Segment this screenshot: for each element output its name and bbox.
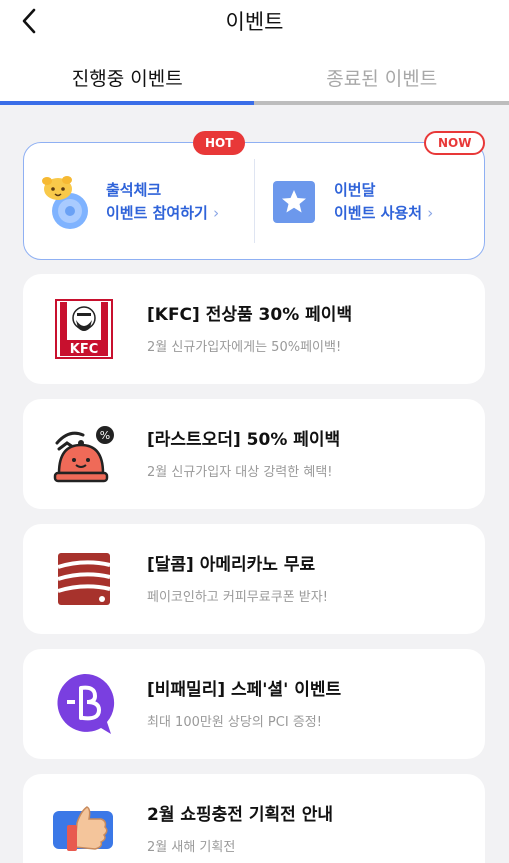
event-card-bfamily[interactable]: [비패밀리] 스페'셜' 이벤트 최대 100만원 상당의 PCI 증정! (23, 649, 485, 759)
event-subtitle: 2월 신규가입자에게는 50%페이백! (147, 340, 342, 355)
event-card-last-order[interactable]: % [라스트오더] 50% 페이백 2월 신규가입자 대상 강력한 혜택! (23, 399, 485, 509)
event-card-kfc[interactable]: KFC [KFC] 전상품 30% 페이백 2월 신규가입자에게는 50%페이백… (23, 274, 485, 384)
event-subtitle: 최대 100만원 상당의 PCI 증정! (147, 715, 322, 730)
promo-divider (254, 159, 255, 243)
event-title: [라스트오더] 50% 페이백 (147, 430, 341, 450)
event-title: [비패밀리] 스페'셜' 이벤트 (147, 680, 342, 700)
event-usage-button[interactable]: 이번달 이벤트 사용처 › (272, 143, 477, 261)
event-title: 2월 쇼핑충전 기획전 안내 (147, 805, 333, 825)
svg-text:%: % (100, 429, 110, 442)
tab-ended[interactable]: 종료된 이벤트 (255, 54, 509, 104)
tab-bar: 진행중 이벤트 종료된 이벤트 (0, 54, 509, 104)
thumbs-up-icon (49, 794, 119, 863)
last-order-bell-icon: % (49, 419, 119, 489)
event-subtitle: 2월 신규가입자 대상 강력한 혜택! (147, 465, 333, 480)
event-subtitle: 페이코인하고 커피무료쿠폰 받자! (147, 590, 328, 605)
star-icon (273, 181, 315, 223)
event-title: [KFC] 전상품 30% 페이백 (147, 305, 353, 325)
event-card-shopping[interactable]: 2월 쇼핑충전 기획전 안내 2월 새해 기획전 (23, 774, 485, 863)
promo-right-line2: 이벤트 사용처 (334, 204, 423, 222)
promo-left-line2: 이벤트 참여하기 (106, 204, 208, 222)
attendance-check-button[interactable]: 출석체크 이벤트 참여하기 › (36, 143, 250, 261)
dalkomm-logo-icon (49, 544, 119, 614)
mascot-coin-icon (42, 176, 88, 229)
header: 이벤트 진행중 이벤트 종료된 이벤트 (0, 0, 509, 105)
chevron-right-icon: › (427, 204, 434, 222)
active-tab-indicator (0, 101, 254, 105)
bfamily-logo-icon (49, 669, 119, 739)
kfc-logo-icon: KFC (49, 294, 119, 364)
tab-ongoing[interactable]: 진행중 이벤트 (0, 54, 255, 104)
event-title: [달콤] 아메리카노 무료 (147, 555, 316, 575)
promo-banner: HOT NOW 출석체크 이벤트 참여하기 › 이번달 이벤트 사용처 › (23, 131, 486, 261)
event-subtitle: 2월 새해 기획전 (147, 840, 236, 855)
svg-text:KFC: KFC (70, 342, 99, 357)
event-card-dalkomm[interactable]: [달콤] 아메리카노 무료 페이코인하고 커피무료쿠폰 받자! (23, 524, 485, 634)
page-title: 이벤트 (225, 10, 284, 34)
tab-divider (254, 101, 509, 105)
promo-left-line1: 출석체크 (106, 181, 162, 199)
promo-right-line1: 이번달 (334, 181, 376, 199)
chevron-right-icon: › (213, 204, 220, 222)
